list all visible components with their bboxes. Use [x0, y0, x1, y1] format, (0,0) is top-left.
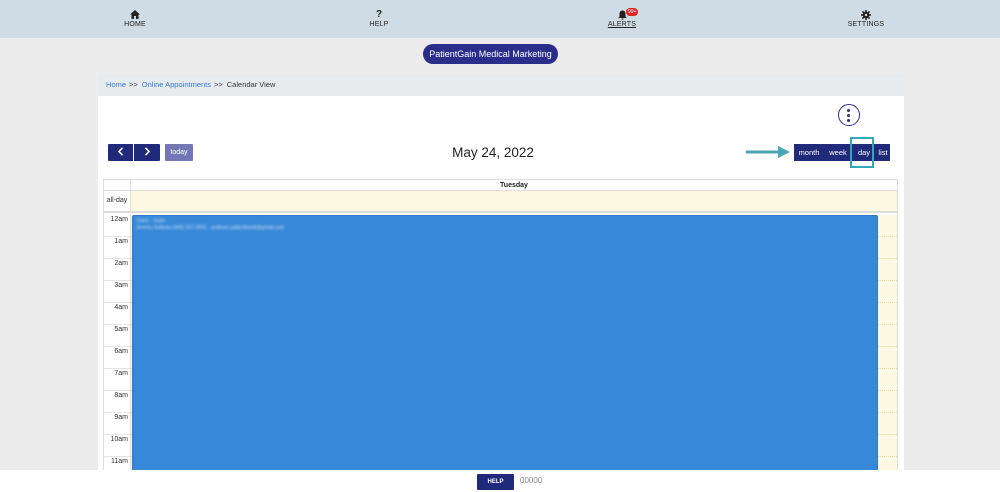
- footer-count: 00000: [520, 476, 543, 485]
- event-details: Jeremy Sullivan (605) 557-3591 · jsulliv…: [136, 225, 285, 231]
- appointment-event[interactable]: 12am - 11pm Jeremy Sullivan (605) 557-35…: [132, 215, 878, 492]
- breadcrumb-appointments-link[interactable]: Online Appointments: [142, 80, 211, 89]
- alerts-badge: 99+: [626, 8, 639, 16]
- account-selector[interactable]: PatientGain Medical Marketing: [423, 44, 558, 64]
- breadcrumb-separator: >>: [129, 80, 138, 89]
- time-slot-label: 6am: [104, 347, 131, 369]
- all-day-label: all-day: [104, 191, 131, 211]
- time-slot-label: 3am: [104, 281, 131, 303]
- day-grid: Tuesday all-day 12am 1am 2am 3am 4am 5am 6am 7a…: [103, 179, 898, 492]
- breadcrumb-current: Calendar View: [226, 80, 276, 89]
- day-view-highlight: [850, 137, 874, 168]
- home-icon: [95, 10, 175, 20]
- time-slot-label: 4am: [104, 303, 131, 325]
- nav-home-label: HOME: [124, 21, 146, 28]
- time-slot-label: 1am: [104, 237, 131, 259]
- time-slot-label: 7am: [104, 369, 131, 391]
- nav-alerts[interactable]: 99+ ALERTS: [582, 8, 662, 28]
- nav-help[interactable]: ? HELP: [339, 9, 419, 29]
- all-day-row: all-day: [104, 191, 897, 213]
- day-header-row: Tuesday: [104, 180, 897, 191]
- prev-button[interactable]: [108, 144, 133, 161]
- nav-help-label: HELP: [369, 21, 389, 28]
- time-slot-label: 9am: [104, 413, 131, 435]
- event-time: 12am - 11pm: [136, 218, 166, 224]
- bell-icon: [582, 10, 662, 20]
- time-slot-label: 5am: [104, 325, 131, 347]
- view-list-button[interactable]: list: [876, 144, 890, 161]
- nav-settings-label: SETTINGS: [847, 21, 885, 28]
- chevron-left-icon: [117, 147, 123, 156]
- breadcrumb: Home >> Online Appointments >> Calendar View: [98, 74, 904, 96]
- view-month-button[interactable]: month: [794, 144, 824, 161]
- footer-help-button[interactable]: HELP: [477, 474, 514, 490]
- header-gutter: [104, 180, 131, 191]
- nav-settings[interactable]: SETTINGS: [826, 10, 906, 28]
- breadcrumb-home-link[interactable]: Home: [106, 80, 126, 89]
- nav-alerts-label: ALERTS: [607, 21, 637, 28]
- breadcrumb-separator: >>: [214, 80, 223, 89]
- view-switcher: month week day list: [794, 144, 890, 161]
- day-header: Tuesday: [500, 182, 528, 189]
- calendar-card: Home >> Online Appointments >> Calendar View…: [98, 74, 904, 492]
- chevron-right-icon: [144, 147, 151, 156]
- more-options-icon[interactable]: [838, 104, 860, 126]
- top-navigation: HOME ? HELP 99+ ALERTS SETTINGS: [0, 0, 1000, 38]
- calendar-title: May 24, 2022: [452, 145, 534, 160]
- all-day-cell[interactable]: [131, 191, 897, 211]
- question-icon: ?: [375, 9, 383, 20]
- gear-icon: [826, 10, 906, 20]
- nav-home[interactable]: HOME: [95, 10, 175, 28]
- next-button[interactable]: [134, 144, 160, 161]
- today-button[interactable]: today: [165, 144, 193, 161]
- time-slot-label: 12am: [104, 215, 131, 237]
- time-slot-label: 10am: [104, 435, 131, 457]
- view-week-button[interactable]: week: [824, 144, 852, 161]
- time-slot-label: 2am: [104, 259, 131, 281]
- time-slot-label: 8am: [104, 391, 131, 413]
- arrow-right-icon: [746, 146, 790, 158]
